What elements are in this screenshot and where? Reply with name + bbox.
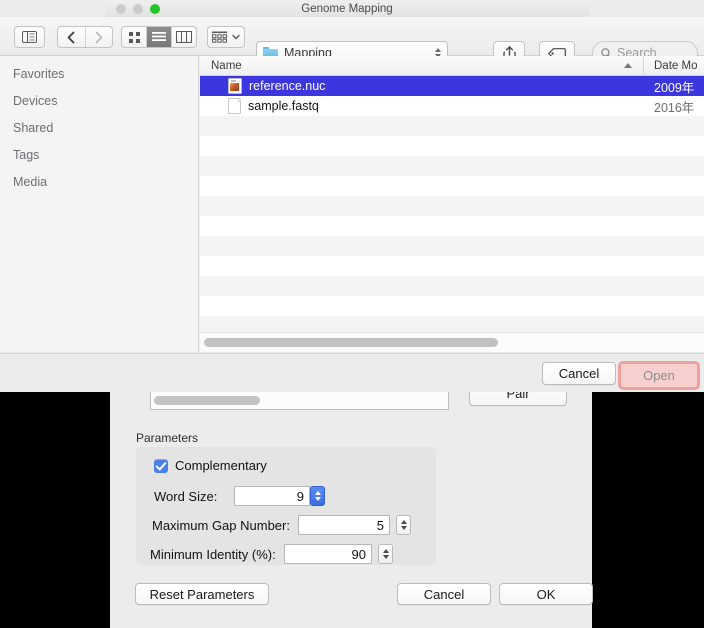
minimum-identity-row: Minimum Identity (%): 90 [150,544,393,564]
column-header-name-label: Name [211,59,242,72]
panel-cancel-button[interactable]: Cancel [542,362,616,385]
listbox-hscrollbar[interactable] [151,395,448,408]
sidebar-item-shared[interactable]: Shared [0,114,198,141]
file-list-hscrollbar[interactable] [200,332,704,352]
file-open-panel: Genome Mapping Mapping Search Favorites … [0,0,704,392]
sidebar-item-favorites[interactable]: Favorites [0,60,198,87]
table-row-empty [200,156,704,176]
table-row-empty [200,196,704,216]
column-header-name[interactable]: Name [200,56,644,75]
complementary-checkbox[interactable] [154,458,168,473]
table-row[interactable]: reference.nuc 2009年 [200,76,704,96]
file-date-cell: 2016年 [654,100,695,115]
file-date-cell: 2009年 [654,80,695,95]
forward-button[interactable] [86,27,113,47]
arrange-by-button[interactable] [207,26,245,48]
minimize-button-icon[interactable] [133,4,143,14]
icon-view-icon [128,31,140,43]
maximum-gap-number-input[interactable]: 5 [298,515,390,535]
panel-open-button[interactable]: Open [618,361,700,390]
complementary-row[interactable]: Complementary [154,458,267,473]
zoom-button-icon[interactable] [150,4,160,14]
arrange-by-icon [212,31,227,43]
dialog-ok-button[interactable]: OK [499,583,593,605]
chevron-right-icon [95,31,103,43]
sidebar-toggle-icon [22,31,37,43]
minimum-identity-stepper[interactable] [378,544,393,564]
table-row[interactable]: sample.fastq 2016年 [200,96,704,116]
column-header-date[interactable]: Date Mo [644,56,697,75]
chevron-down-icon [232,34,240,40]
view-list-button[interactable] [147,27,172,47]
table-row-empty [200,176,704,196]
table-row-empty [200,116,704,136]
sidebar-item-label: Shared [13,120,54,135]
finder-toolbar: Mapping Search [0,17,704,65]
view-mode-switcher [121,26,197,48]
view-columns-button[interactable] [172,27,196,47]
complementary-label: Complementary [175,458,267,473]
maximum-gap-number-row: Maximum Gap Number: 5 [152,515,411,535]
listbox-hscrollbar-thumb[interactable] [154,396,260,405]
navigation-buttons [57,26,113,48]
file-name-cell: reference.nuc [200,76,644,96]
sidebar-item-label: Media [13,174,48,189]
chevron-left-icon [67,31,75,43]
sidebar-item-media[interactable]: Media [0,168,198,195]
nuc-file-icon [228,78,242,94]
file-name-label: sample.fastq [248,99,319,113]
word-size-stepper[interactable] [310,486,325,506]
table-row-empty [200,136,704,156]
column-view-icon [176,31,192,43]
table-row-empty [200,256,704,276]
list-view-icon [152,32,166,41]
word-size-row: Word Size: 9 [154,486,325,506]
sidebar-item-label: Tags [13,147,40,162]
file-name-label: reference.nuc [249,79,326,93]
window-title: Genome Mapping [301,2,393,15]
parameters-group-box: Complementary Word Size: 9 Maximum Gap N… [136,447,436,565]
parameters-dialog: Pair Parameters Complementary Word Size:… [110,355,593,628]
file-list-hscrollbar-thumb[interactable] [204,338,498,347]
sidebar-item-tags[interactable]: Tags [0,141,198,168]
file-list-header: Name Date Mo [200,56,704,76]
view-icon-button[interactable] [122,27,147,47]
word-size-input[interactable]: 9 [234,486,310,506]
table-row-empty [200,276,704,296]
sidebar-item-label: Favorites [13,66,65,81]
parameters-group-label: Parameters [136,431,199,445]
window-titlebar: Genome Mapping [105,0,589,17]
sidebar-toggle-button[interactable] [14,26,45,48]
file-list: Name Date Mo reference.nuc 2009年 sample.… [200,56,704,352]
document-file-icon [228,98,241,114]
table-row-empty [200,236,704,256]
screen: Pair Parameters Complementary Word Size:… [0,0,704,628]
minimum-identity-label: Minimum Identity (%): [150,546,276,562]
sort-ascending-icon [624,63,632,68]
file-panel-footer: Cancel [0,353,704,392]
file-name-cell: sample.fastq [200,96,644,116]
maximum-gap-number-stepper[interactable] [396,515,411,535]
table-row-empty [200,296,704,316]
minimum-identity-input[interactable]: 90 [284,544,372,564]
back-button[interactable] [58,27,86,47]
word-size-label: Word Size: [154,488,218,504]
table-row-empty [200,216,704,236]
traffic-lights [116,4,160,14]
maximum-gap-number-label: Maximum Gap Number: [152,517,290,533]
dialog-cancel-button[interactable]: Cancel [397,583,491,605]
close-button-icon[interactable] [116,4,126,14]
finder-sidebar: Favorites Devices Shared Tags Media [0,56,199,352]
sidebar-item-label: Devices [13,93,58,108]
sidebar-item-devices[interactable]: Devices [0,87,198,114]
reset-parameters-button[interactable]: Reset Parameters [135,583,269,605]
column-header-date-label: Date Mo [654,59,698,72]
